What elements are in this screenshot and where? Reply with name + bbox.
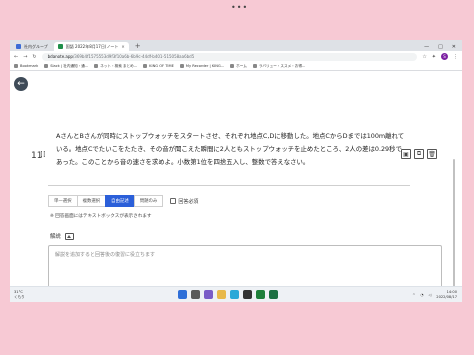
chevron-up-icon[interactable]: ^ <box>412 293 415 297</box>
weather-desc: くもり <box>14 294 25 299</box>
back-arrow-icon[interactable]: ← <box>14 54 18 60</box>
question-editor: ← 11 ⁞⁞ AさんとBさんが同時にストップウォッチをスタートさせ、それぞれ地… <box>10 71 462 302</box>
bookmark-favicon <box>94 64 99 68</box>
answer-note: ※ 回答画面にはテキストボックスが表示されます <box>50 214 152 219</box>
clock[interactable]: 14:00 2022/08/17 <box>436 290 457 299</box>
window-menu-dots[interactable]: ••• <box>231 3 248 12</box>
weather-widget[interactable]: 31°C くもり <box>10 290 25 299</box>
bookmark-label: ネット・検索 まとめ... <box>100 63 138 68</box>
copy-icon[interactable]: ⧉ <box>414 149 424 159</box>
tab-active-note[interactable]: 国語 2022年8月17日(ノート ✕ <box>53 42 129 51</box>
back-arrow-icon: ← <box>17 79 25 89</box>
bookmark-item[interactable]: KING OF TIME <box>143 64 174 68</box>
required-label: 回答必須 <box>178 198 199 205</box>
address-bar: ← → ↻ bdanote.app/369b4f1575553d9f3f10a6… <box>10 51 462 62</box>
required-toggle[interactable]: 回答必須 <box>170 198 198 205</box>
bookmark-item[interactable]: My Recorder | KING... <box>179 64 225 68</box>
question-actions: ▣ ⧉ 🗑 <box>401 149 437 159</box>
wifi-icon[interactable]: ◔ <box>420 293 423 297</box>
chrome-icon[interactable] <box>256 290 265 299</box>
explanation-header: 解説 <box>50 232 74 240</box>
screen: 社内グループ 国語 2022年8月17日(ノート ✕ + — □ ✕ ← → ↻… <box>10 40 462 302</box>
slack-icon <box>44 64 49 68</box>
url-host: bdanote.app <box>47 54 73 59</box>
bookmark-item[interactable]: ホーム <box>230 64 247 69</box>
bookmark-item[interactable]: ラバリュー・ススメ・お得... <box>252 63 306 69</box>
bookmark-label: Slack | 社内通知・通... <box>50 63 89 68</box>
bookmark-label: Bookmark <box>20 64 39 68</box>
windows-taskbar: 31°C くもり ^ ◔ ◁ 14:00 2022/08/17 <box>10 286 462 302</box>
edge-icon[interactable] <box>230 290 239 299</box>
bookmark-favicon <box>252 64 257 68</box>
trash-icon[interactable]: 🗑 <box>427 149 437 159</box>
tab-favicon <box>57 44 63 49</box>
required-checkbox[interactable] <box>170 198 177 204</box>
browser-tab-bar: 社内グループ 国語 2022年8月17日(ノート ✕ + — □ ✕ <box>10 40 462 51</box>
bookmark-label: ホーム <box>236 63 247 68</box>
bookmark-item[interactable]: Slack | 社内通知・通... <box>44 64 88 69</box>
extensions-icon[interactable]: ✦ <box>432 54 436 60</box>
close-window-icon[interactable]: ✕ <box>452 44 456 50</box>
star-icon[interactable]: ☆ <box>422 54 426 60</box>
bookmark-favicon <box>179 64 184 68</box>
tab-label: 社内グループ <box>24 43 48 49</box>
folder-icon[interactable] <box>217 290 226 299</box>
volume-icon[interactable]: ◁ <box>429 293 432 297</box>
bookmark-favicon <box>230 64 235 68</box>
window-controls: — □ ✕ <box>424 42 462 51</box>
tab-favicon <box>16 44 21 49</box>
minimize-icon[interactable]: — <box>424 44 429 50</box>
forward-arrow-icon[interactable]: → <box>23 54 27 60</box>
tab-question-only[interactable]: 問題のみ <box>133 195 164 207</box>
question-text[interactable]: AさんとBさんが同時にストップウォッチをスタートさせ、それぞれ地点C,Dに移動し… <box>56 130 408 169</box>
back-button[interactable]: ← <box>14 77 28 91</box>
profile-avatar[interactable]: S <box>441 53 448 60</box>
taskbar-apps <box>178 290 278 299</box>
divider <box>48 185 410 186</box>
reload-icon[interactable]: ↻ <box>32 54 36 60</box>
url-field[interactable]: bdanote.app/369b4f1575553d9f3f10a6b-6b9c… <box>41 52 418 61</box>
image-icon[interactable] <box>64 232 74 240</box>
new-tab-button[interactable]: + <box>131 42 145 51</box>
drag-handle-icon[interactable]: ⁞⁞ <box>40 150 46 160</box>
store-icon[interactable] <box>243 290 252 299</box>
explanation-label: 解説 <box>50 234 61 240</box>
search-icon[interactable] <box>191 290 200 299</box>
tab-single-choice[interactable]: 単一選択 <box>48 195 78 207</box>
bookmark-item[interactable]: Bookmark <box>14 64 38 68</box>
clock-date: 2022/08/17 <box>436 294 457 299</box>
bookmark-label: ラバリュー・ススメ・お得... <box>258 63 306 68</box>
start-icon[interactable] <box>178 290 187 299</box>
bookmark-label: My Recorder | KING... <box>185 64 225 68</box>
tab-multiple-choice[interactable]: 複数選択 <box>76 195 107 207</box>
tab-label: 国語 2022年8月17日(ノート <box>65 43 119 49</box>
bookmark-item[interactable]: ネット・検索 まとめ... <box>94 64 137 69</box>
answer-type-selector: 単一選択 複数選択 自由記述 問題のみ 回答必須 <box>48 195 198 207</box>
tab-free-text[interactable]: 自由記述 <box>105 195 135 207</box>
apps-icon <box>14 64 18 68</box>
bookmark-label: KING OF TIME <box>149 64 174 68</box>
tab-group[interactable]: 社内グループ <box>12 42 52 51</box>
bookmark-favicon <box>143 64 148 68</box>
image-icon[interactable]: ▣ <box>401 149 411 159</box>
maximize-icon[interactable]: □ <box>438 44 443 50</box>
close-icon[interactable]: ✕ <box>121 44 124 49</box>
bookmarks-bar: Bookmark Slack | 社内通知・通... ネット・検索 まとめ...… <box>10 62 462 71</box>
excel-icon[interactable] <box>269 290 278 299</box>
menu-dots-icon[interactable]: ⋮ <box>453 54 458 60</box>
system-tray: ^ ◔ ◁ 14:00 2022/08/17 <box>412 290 462 299</box>
url-path: /369b4f1575553d9f3f10a6b-6b9c-44df-b401-… <box>72 54 195 59</box>
task-view-icon[interactable] <box>204 290 213 299</box>
scrollbar[interactable] <box>453 159 455 289</box>
